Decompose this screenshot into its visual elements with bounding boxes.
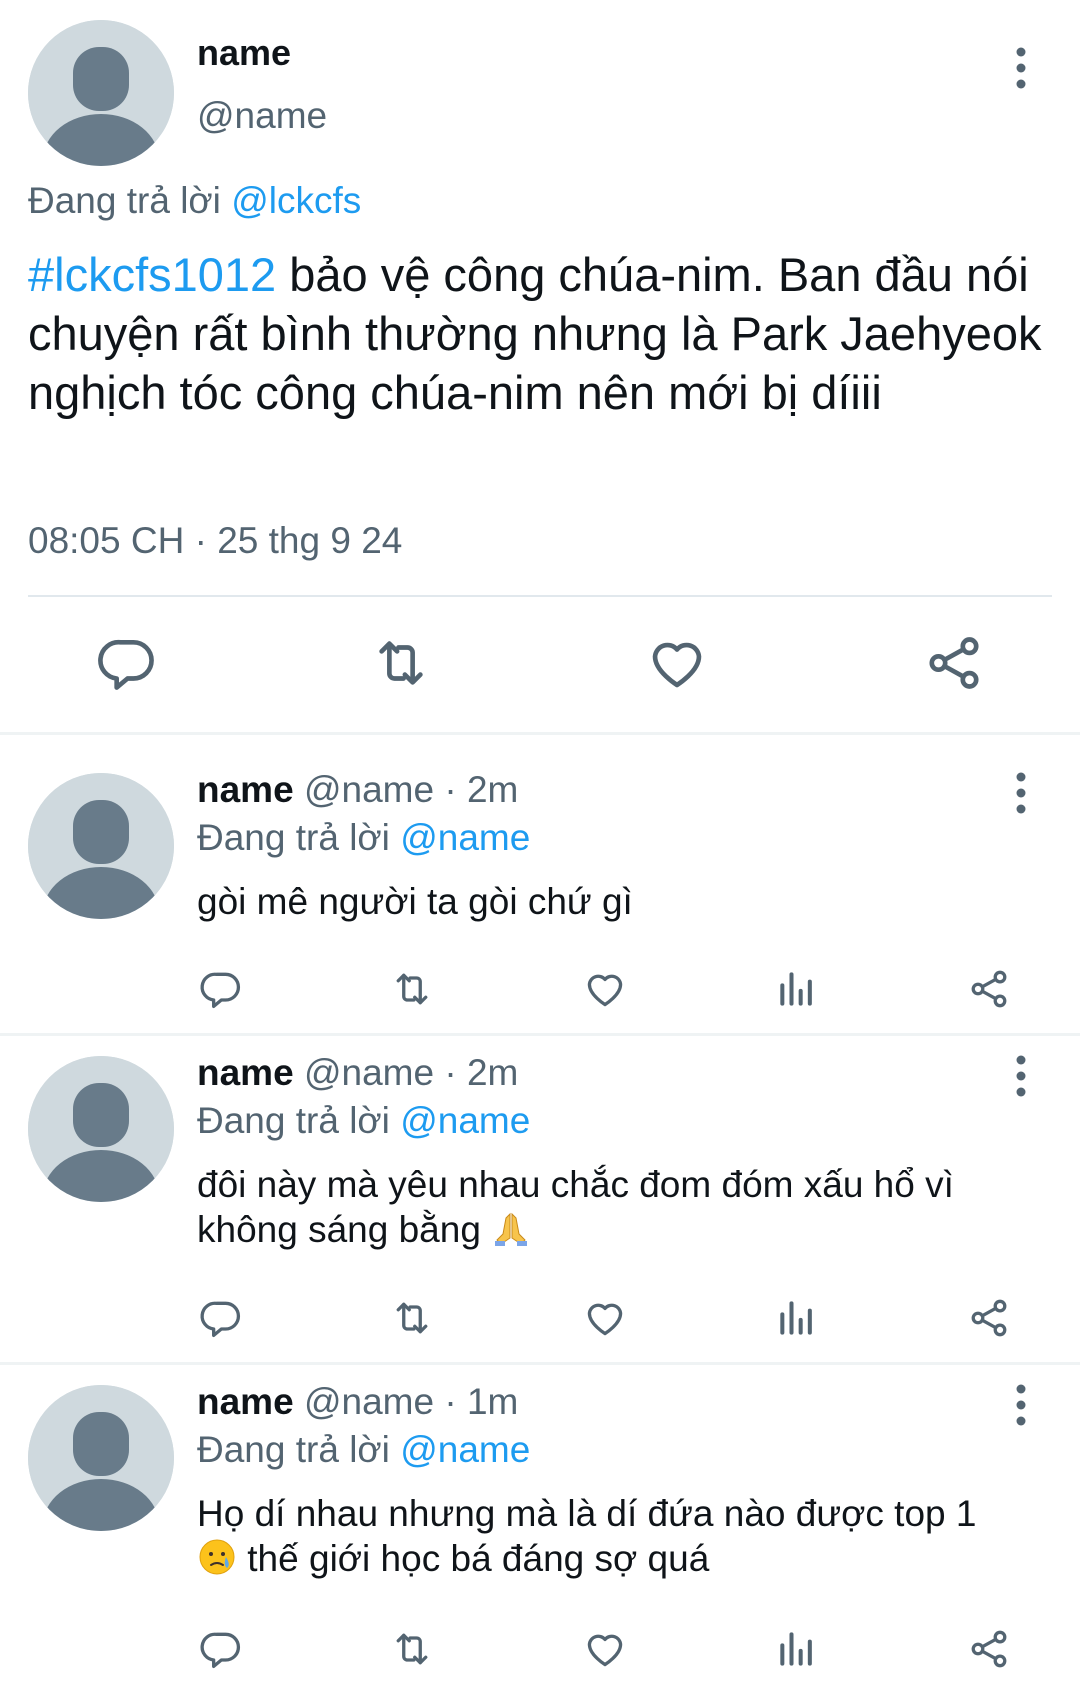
replying-prefix: Đang trả lời: [197, 1429, 390, 1470]
replying-to: Đang trả lời @name: [197, 1100, 530, 1142]
like-icon: [583, 1296, 627, 1340]
reply-tweet[interactable]: name @name · 1m Đang trả lời @name Họ dí…: [0, 1347, 1080, 1691]
default-avatar-icon: [28, 20, 174, 166]
author-handle[interactable]: @name: [197, 95, 327, 137]
like-button[interactable]: [583, 1296, 627, 1340]
crying-face-emoji: [199, 1539, 235, 1575]
more-options-button[interactable]: [1001, 1375, 1041, 1435]
retweet-icon: [390, 967, 434, 1011]
replying-to-link[interactable]: @name: [400, 1429, 530, 1470]
more-options-button[interactable]: [1001, 763, 1041, 823]
reply-body-line2: thế giới học bá đáng sợ quá: [247, 1538, 710, 1579]
relative-time: · 2m: [444, 769, 519, 810]
share-icon: [923, 632, 985, 694]
retweet-icon: [390, 1627, 434, 1671]
views-icon: [775, 1296, 819, 1340]
author-name[interactable]: name: [197, 769, 294, 810]
author-handle[interactable]: @name: [304, 769, 434, 810]
reply-icon: [199, 1627, 243, 1671]
replying-to: Đang trả lời @name: [197, 817, 530, 859]
avatar[interactable]: [28, 20, 174, 166]
timestamp[interactable]: 08:05 CH · 25 thg 9 24: [28, 520, 402, 562]
reply-body-line1: Họ dí nhau nhưng mà là dí đứa nào được t…: [197, 1493, 977, 1534]
retweet-button[interactable]: [390, 1296, 434, 1340]
reply-icon: [199, 1296, 243, 1340]
author-name[interactable]: name: [197, 1381, 294, 1422]
like-button[interactable]: [583, 967, 627, 1011]
reply-header: name @name · 2m: [197, 769, 518, 811]
avatar[interactable]: [28, 773, 174, 919]
reply-text: đôi này mà yêu nhau chắc đom đóm xấu hổ …: [197, 1162, 1057, 1252]
replying-prefix: Đang trả lời: [197, 817, 390, 858]
divider: [28, 595, 1052, 597]
like-icon: [583, 967, 627, 1011]
share-button[interactable]: [967, 1627, 1011, 1671]
reply-tweet[interactable]: name @name · 2m Đang trả lời @name gòi m…: [0, 735, 1080, 1035]
reply-header: name @name · 1m: [197, 1381, 518, 1423]
share-icon: [967, 1296, 1011, 1340]
more-options-button[interactable]: [1001, 38, 1041, 98]
more-vertical-icon: [1015, 1054, 1027, 1098]
views-icon: [775, 967, 819, 1011]
author-name[interactable]: name: [197, 1052, 294, 1093]
author-handle[interactable]: @name: [304, 1052, 434, 1093]
like-button[interactable]: [583, 1627, 627, 1671]
views-button[interactable]: [775, 1627, 819, 1671]
retweet-icon: [370, 632, 432, 694]
like-icon: [646, 632, 708, 694]
avatar[interactable]: [28, 1056, 174, 1202]
reply-icon: [96, 632, 158, 694]
retweet-button[interactable]: [370, 632, 432, 694]
retweet-button[interactable]: [390, 1627, 434, 1671]
default-avatar-icon: [28, 1385, 174, 1531]
reply-button[interactable]: [199, 1296, 243, 1340]
views-button[interactable]: [775, 967, 819, 1011]
author-handle[interactable]: @name: [304, 1381, 434, 1422]
share-button[interactable]: [923, 632, 985, 694]
like-icon: [583, 1627, 627, 1671]
reply-button[interactable]: [199, 1627, 243, 1671]
default-avatar-icon: [28, 773, 174, 919]
default-avatar-icon: [28, 1056, 174, 1202]
reply-button[interactable]: [96, 632, 158, 694]
relative-time: · 1m: [444, 1381, 519, 1422]
share-button[interactable]: [967, 1296, 1011, 1340]
like-button[interactable]: [646, 632, 708, 694]
retweet-button[interactable]: [390, 967, 434, 1011]
reply-tweet[interactable]: name @name · 2m Đang trả lời @name đôi n…: [0, 1018, 1080, 1363]
hashtag-link[interactable]: #lckcfs1012: [28, 248, 276, 301]
views-icon: [775, 1627, 819, 1671]
replying-prefix: Đang trả lời: [28, 180, 221, 221]
reply-text: Họ dí nhau nhưng mà là dí đứa nào được t…: [197, 1491, 1057, 1581]
author-name[interactable]: name: [197, 32, 291, 74]
reply-body: đôi này mà yêu nhau chắc đom đóm xấu hổ …: [197, 1164, 954, 1250]
views-button[interactable]: [775, 1296, 819, 1340]
replying-prefix: Đang trả lời: [197, 1100, 390, 1141]
reply-text: gòi mê người ta gòi chứ gì: [197, 881, 633, 922]
replying-to-link[interactable]: @lckcfs: [231, 180, 361, 221]
tweet-text: #lckcfs1012 bảo vệ công chúa-nim. Ban đầ…: [28, 245, 1058, 422]
more-vertical-icon: [1015, 46, 1027, 90]
reply-icon: [199, 967, 243, 1011]
more-vertical-icon: [1015, 771, 1027, 815]
replying-to: Đang trả lời @lckcfs: [28, 180, 361, 222]
relative-time: · 2m: [444, 1052, 519, 1093]
avatar[interactable]: [28, 1385, 174, 1531]
reply-header: name @name · 2m: [197, 1052, 518, 1094]
replying-to-link[interactable]: @name: [400, 817, 530, 858]
replying-to: Đang trả lời @name: [197, 1429, 530, 1471]
share-icon: [967, 1627, 1011, 1671]
share-icon: [967, 967, 1011, 1011]
folded-hands-emoji: [495, 1212, 528, 1246]
replying-to-link[interactable]: @name: [400, 1100, 530, 1141]
reply-button[interactable]: [199, 967, 243, 1011]
more-options-button[interactable]: [1001, 1046, 1041, 1106]
retweet-icon: [390, 1296, 434, 1340]
share-button[interactable]: [967, 967, 1011, 1011]
more-vertical-icon: [1015, 1383, 1027, 1427]
